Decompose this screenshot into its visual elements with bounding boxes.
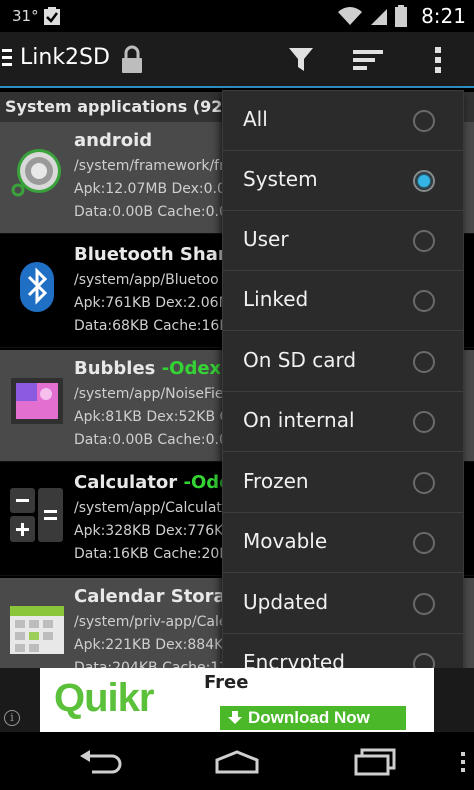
filter-option-label: Frozen [243,469,309,493]
app-name: Bubbles -Odex- [74,358,229,379]
app-size-info: Apk:328KB Dex:776K [74,523,224,539]
radio-button[interactable] [413,230,435,252]
app-data-info: Data:16KB Cache:20K [74,546,229,562]
temperature-text: 31° [12,7,39,25]
filter-option-on-internal[interactable]: On internal [223,392,463,452]
download-arrow-icon [228,711,242,724]
ad-content[interactable]: Quikr Free Download Now [40,668,434,732]
app-size-info: Apk:12.07MB Dex:0.0 [74,181,226,197]
download-now-button[interactable]: Download Now [220,706,406,730]
filter-option-user[interactable]: User [223,211,463,271]
calendar-icon [10,606,64,654]
download-now-label: Download Now [248,708,370,727]
filter-option-movable[interactable]: Movable [223,513,463,573]
calculator-icon [10,488,63,542]
wifi-icon [338,7,363,25]
filter-option-label: Linked [243,287,309,311]
bluetooth-icon [20,262,54,312]
ad-logo: Quikr [54,676,154,720]
app-data-info: Data:0.00B Cache:0.0 [74,204,228,220]
battery-icon [395,5,408,27]
app-path: /system/priv-app/Cale [74,614,228,630]
app-path: /system/app/NoiseFie [74,386,224,402]
app-path: /system/app/Calculat [74,500,222,516]
radio-button[interactable] [413,593,435,615]
radio-button[interactable] [413,290,435,312]
radio-button[interactable] [413,351,435,373]
info-icon[interactable]: i [4,710,20,726]
filter-option-label: On SD card [243,348,357,372]
filter-option-linked[interactable]: Linked [223,271,463,331]
filter-dropdown-menu: All System User Linked On SD card On int… [222,90,464,694]
filter-option-system[interactable]: System [223,151,463,211]
back-icon[interactable] [78,750,122,774]
radio-button[interactable] [413,411,435,433]
section-header-text: System applications (92) [5,97,230,116]
app-data-info: Data:0.00B Cache:0.0 [74,432,228,448]
app-size-info: Apk:221KB Dex:884K [74,637,224,653]
app-data-info: Data:68KB Cache:16K [74,318,229,334]
signal-icon [371,9,388,25]
android-system-icon [11,149,61,197]
ad-headline: Free [204,672,249,693]
app-size-info: Apk:81KB Dex:52KB O [74,409,231,425]
filter-option-on-sd-card[interactable]: On SD card [223,332,463,392]
clipboard-check-icon [44,7,60,25]
radio-button[interactable] [413,472,435,494]
app-data-info: Data:204KB Cache:12 [74,660,229,668]
app-name: Bluetooth Share [74,244,239,265]
overflow-menu-icon[interactable] [431,46,445,74]
filter-option-label: On internal [243,408,355,432]
filter-option-all[interactable]: All [223,91,463,151]
radio-button-selected[interactable] [413,170,435,192]
filter-icon[interactable] [287,45,315,73]
menu-dots-icon[interactable] [460,752,466,772]
lock-icon[interactable] [119,45,145,75]
status-bar: 31° 8:21 [0,0,474,32]
app-name: Calculator -Odex [74,472,243,493]
sort-icon[interactable] [353,48,383,72]
radio-button[interactable] [413,110,435,132]
filter-option-label: System [243,167,318,191]
filter-option-label: All [243,107,268,131]
app-path: /system/app/Bluetoo [74,272,219,288]
ad-banner[interactable]: i Quikr Free Download Now [0,668,474,732]
app-name: android [74,130,153,151]
filter-option-label: Updated [243,590,329,614]
app-size-info: Apk:761KB Dex:2.06M [74,295,231,311]
filter-option-label: Movable [243,529,328,553]
action-bar-underline [0,86,474,88]
filter-option-label: User [243,227,289,251]
recent-apps-icon[interactable] [352,748,398,776]
home-icon[interactable] [214,750,260,774]
radio-button[interactable] [413,532,435,554]
app-title[interactable]: Link2SD [20,45,110,70]
picture-frame-icon [11,378,63,424]
clock-time: 8:21 [421,4,466,28]
drawer-icon[interactable] [2,49,12,69]
filter-option-frozen[interactable]: Frozen [223,453,463,513]
navigation-bar [0,732,474,790]
filter-option-updated[interactable]: Updated [223,574,463,634]
app-path: /system/framework/fr [74,158,225,174]
